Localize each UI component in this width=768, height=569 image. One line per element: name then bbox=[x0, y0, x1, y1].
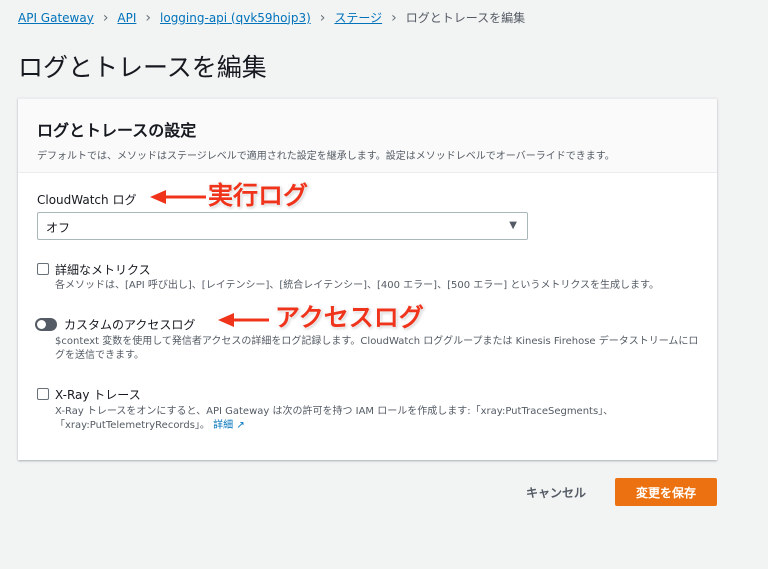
chevron-right-icon: › bbox=[391, 9, 397, 26]
select-value: オフ bbox=[46, 221, 71, 235]
annotation-arrow-icon bbox=[218, 313, 269, 327]
chevron-right-icon: › bbox=[102, 9, 109, 26]
cloudwatch-log-select[interactable]: オフ ▼ bbox=[37, 212, 528, 240]
breadcrumb: API Gateway › API › logging-api (qvk59hojp… bbox=[18, 9, 525, 26]
settings-card: ログとトレースの設定 デフォルトでは、メソッドはステージレベルで適用された設定を… bbox=[18, 98, 717, 460]
custom-access-log-description: $context 変数を使用して発信者アクセスの詳細をログ記録します。Cloud… bbox=[55, 336, 699, 361]
chevron-right-icon: › bbox=[145, 9, 152, 26]
external-link-icon: ↗ bbox=[236, 420, 245, 431]
xray-learn-more-link[interactable]: 詳細 ↗ bbox=[213, 420, 245, 431]
cloudwatch-log-label: CloudWatch ログ bbox=[37, 193, 137, 207]
card-title: ログとトレースの設定 bbox=[37, 121, 197, 140]
page-title: ログとトレースを編集 bbox=[18, 53, 267, 82]
cancel-button[interactable]: キャンセル bbox=[526, 484, 586, 501]
xray-checkbox[interactable] bbox=[37, 388, 49, 400]
xray-description: X-Ray トレースをオンにすると、API Gateway は次の許可を持つ I… bbox=[55, 405, 695, 433]
custom-access-log-toggle[interactable] bbox=[35, 318, 57, 331]
detailed-metrics-checkbox[interactable] bbox=[37, 263, 49, 275]
breadcrumb-stages[interactable]: ステージ bbox=[334, 9, 382, 26]
chevron-right-icon: › bbox=[319, 9, 326, 26]
xray-description-text: X-Ray トレースをオンにすると、API Gateway は次の許可を持つ I… bbox=[55, 406, 614, 431]
annotation-arrow-icon bbox=[150, 190, 206, 204]
breadcrumb-api-gateway[interactable]: API Gateway bbox=[18, 11, 94, 25]
annotation-access-log: アクセスログ bbox=[275, 303, 424, 332]
breadcrumb-current: ログとトレースを編集 bbox=[405, 11, 526, 25]
breadcrumb-api[interactable]: API bbox=[117, 11, 136, 25]
card-description: デフォルトでは、メソッドはステージレベルで適用された設定を継承します。設定はメソ… bbox=[37, 151, 615, 162]
card-header: ログとトレースの設定 デフォルトでは、メソッドはステージレベルで適用された設定を… bbox=[18, 99, 717, 173]
breadcrumb-logging-api[interactable]: logging-api (qvk59hojp3) bbox=[160, 11, 311, 25]
save-changes-button[interactable]: 変更を保存 bbox=[615, 478, 717, 506]
detailed-metrics-description: 各メソッドは、[API 呼び出し]、[レイテンシー]、[統合レイテンシー]、[4… bbox=[55, 280, 660, 291]
annotation-exec-log: 実行ログ bbox=[208, 181, 309, 210]
link-label: 詳細 bbox=[213, 420, 234, 431]
caret-down-icon: ▼ bbox=[509, 220, 517, 231]
detailed-metrics-label: 詳細なメトリクス bbox=[55, 263, 151, 277]
xray-label: X-Ray トレース bbox=[55, 388, 141, 402]
custom-access-log-label: カスタムのアクセスログ bbox=[64, 318, 196, 332]
